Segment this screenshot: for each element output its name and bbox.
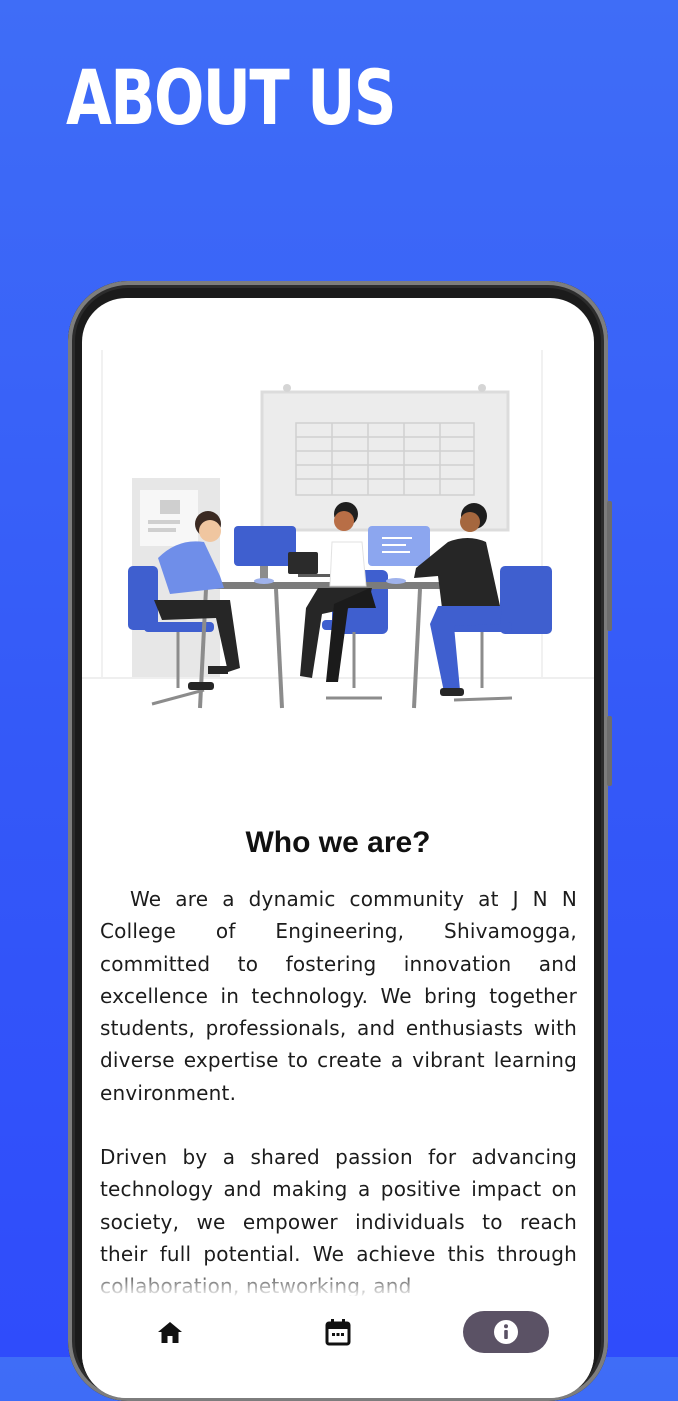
- home-icon: [158, 1322, 182, 1343]
- team-illustration: [82, 350, 594, 709]
- section-heading: Who we are?: [245, 826, 431, 859]
- phone-side-button: [607, 716, 612, 786]
- bottom-navigation: [82, 1296, 594, 1398]
- calendar-icon: [325, 1319, 351, 1346]
- phone-side-button: [607, 501, 612, 631]
- phone-screen: Who we are? We are a dynamic community a…: [82, 298, 594, 1398]
- nav-about-button[interactable]: [463, 1311, 549, 1353]
- scroll-fade: [82, 1268, 594, 1298]
- phone-mockup: Who we are? We are a dynamic community a…: [68, 281, 612, 1401]
- about-paragraph: We are a dynamic community at J N N Coll…: [100, 887, 577, 1105]
- nav-home-button[interactable]: [127, 1311, 213, 1353]
- info-icon: [494, 1320, 518, 1344]
- page-title: ABOUT US: [66, 53, 397, 142]
- nav-events-button[interactable]: [295, 1311, 381, 1353]
